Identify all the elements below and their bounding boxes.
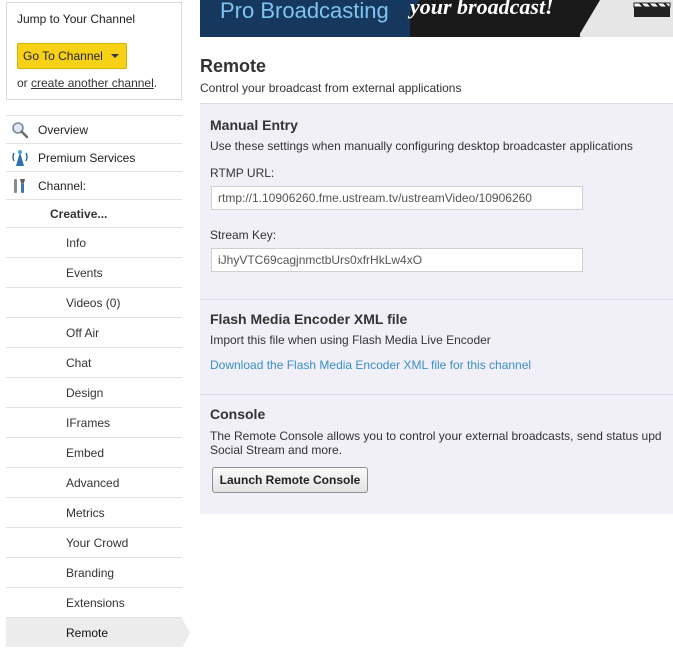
tools-icon xyxy=(11,177,29,195)
console-description-line2: Social Stream and more. xyxy=(210,443,343,457)
remote-settings-panel: Manual Entry Use these settings when man… xyxy=(200,103,673,514)
rtmp-url-label: RTMP URL: xyxy=(210,166,275,180)
sidebar-item-label: Premium Services xyxy=(38,150,136,165)
download-fme-xml-link[interactable]: Download the Flash Media Encoder XML fil… xyxy=(210,358,531,372)
create-prefix: or xyxy=(17,76,32,90)
sidebar-subitem-off-air[interactable]: Off Air xyxy=(6,317,182,347)
sidebar-subitem-embed[interactable]: Embed xyxy=(6,437,182,467)
chevron-down-icon xyxy=(110,54,119,58)
stream-key-field[interactable] xyxy=(211,248,583,272)
sidebar-subitem-iframes[interactable]: IFrames xyxy=(6,407,182,437)
sidebar-subitem-remote[interactable]: Remote xyxy=(6,617,190,648)
fme-xml-section: Flash Media Encoder XML file Import this… xyxy=(200,300,673,394)
banner-title: Pro Broadcasting xyxy=(220,0,389,23)
sidebar-subitem-info[interactable]: Info xyxy=(6,227,182,257)
launch-remote-console-button[interactable]: Launch Remote Console xyxy=(212,467,368,493)
sidebar-item-label: Overview xyxy=(38,122,89,137)
page-title: Remote xyxy=(200,56,267,76)
banner-notch xyxy=(578,0,600,37)
banner-tagline: your broadcast! xyxy=(410,0,554,19)
sidebar-item-premium-services[interactable]: Premium Services xyxy=(6,143,182,171)
sidebar-item-overview[interactable]: Overview xyxy=(6,115,182,143)
go-to-channel-button[interactable]: Go To Channel xyxy=(17,43,127,69)
go-to-channel-label: Go To Channel xyxy=(23,49,103,63)
sidebar-subitem-your-crowd[interactable]: Your Crowd xyxy=(6,527,182,557)
clapperboard-icon xyxy=(633,2,671,17)
create-channel-line: or create another channel. xyxy=(17,76,157,90)
create-suffix: . xyxy=(153,76,158,90)
sidebar-subitem-chat[interactable]: Chat xyxy=(6,347,182,377)
pro-broadcasting-banner[interactable]: Pro Broadcasting your broadcast! xyxy=(200,0,673,37)
stream-key-label: Stream Key: xyxy=(210,228,277,242)
fme-xml-title: Flash Media Encoder XML file xyxy=(210,311,408,327)
sidebar-subitem-videos[interactable]: Videos (0) xyxy=(6,287,182,317)
console-description-line1: The Remote Console allows you to control… xyxy=(210,429,662,443)
sidebar-item-label: Channel: xyxy=(38,178,87,193)
sidebar-subitem-branding[interactable]: Branding xyxy=(6,557,182,587)
manual-entry-description: Use these settings when manually configu… xyxy=(210,139,633,153)
rtmp-url-field[interactable] xyxy=(211,186,583,210)
page-subtitle: Control your broadcast from external app… xyxy=(200,81,462,95)
channel-name-link[interactable]: Creative... xyxy=(6,199,182,227)
sidebar-item-channel[interactable]: Channel: xyxy=(6,171,182,199)
sidebar-nav: Overview Premium Services Channel: Creat… xyxy=(6,115,190,648)
console-title: Console xyxy=(210,406,266,422)
sidebar-subitem-extensions[interactable]: Extensions xyxy=(6,587,182,617)
manual-entry-title: Manual Entry xyxy=(210,117,298,133)
sidebar-subitem-advanced[interactable]: Advanced xyxy=(6,467,182,497)
manual-entry-section: Manual Entry Use these settings when man… xyxy=(200,104,673,299)
jump-title: Jump to Your Channel xyxy=(17,12,136,26)
sidebar-subitem-design[interactable]: Design xyxy=(6,377,182,407)
magnifier-icon xyxy=(11,121,29,139)
console-section: Console The Remote Console allows you to… xyxy=(200,395,673,515)
console-description: The Remote Console allows you to control… xyxy=(210,429,673,457)
fme-xml-description: Import this file when using Flash Media … xyxy=(210,333,491,347)
sidebar-subitem-metrics[interactable]: Metrics xyxy=(6,497,182,527)
jump-to-channel-box: Jump to Your Channel Go To Channel or cr… xyxy=(6,2,182,100)
premium-antenna-icon xyxy=(11,149,29,167)
sidebar-subitem-events[interactable]: Events xyxy=(6,257,182,287)
create-another-channel-link[interactable]: create another channel xyxy=(31,76,154,90)
